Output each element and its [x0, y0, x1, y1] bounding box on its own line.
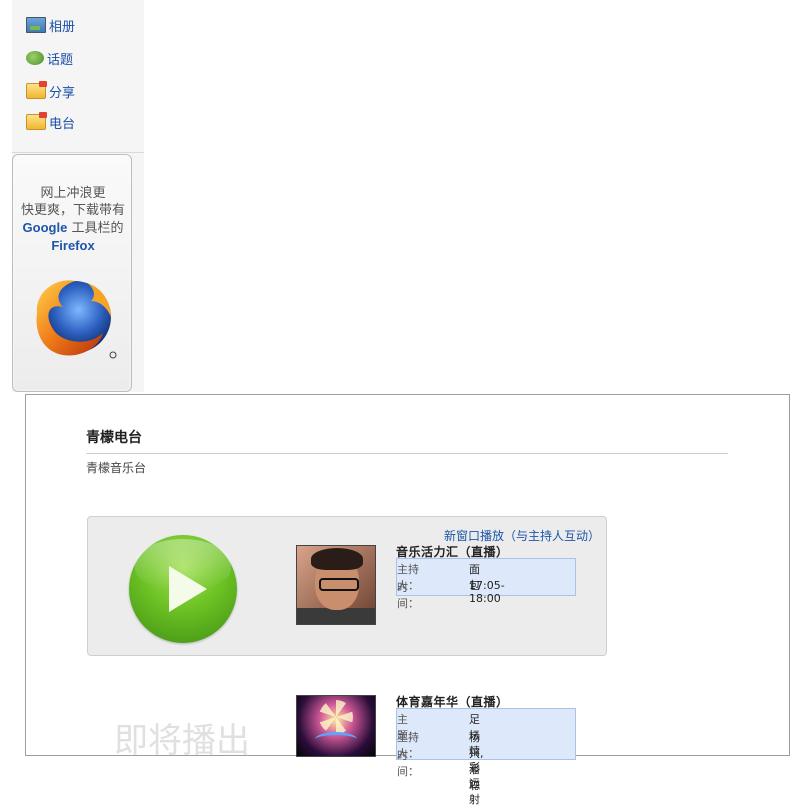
new-window-play-link[interactable]: 新窗口播放（与主持人互动）: [444, 527, 600, 544]
album-icon: [26, 17, 46, 33]
firefox-promo[interactable]: 网上冲浪更 快更爽，下载带有 Google 工具栏的 Firefox: [12, 154, 132, 392]
sidebar-item-topic[interactable]: 话题: [26, 49, 74, 68]
sidebar-item-label: 电台: [49, 116, 76, 132]
sidebar-item-radio[interactable]: 电台: [26, 112, 76, 132]
sidebar: 相册 话题 分享 电台 网上冲浪更 快更爽，下载带有 Google 工具栏的 F…: [12, 0, 144, 392]
radio-folder-icon: [26, 112, 47, 130]
host-value: 杨兴,潘聪: [469, 731, 484, 792]
play-icon: [169, 566, 207, 612]
page-title: 青檬电台: [86, 430, 142, 446]
time-label: 时 间：: [397, 581, 419, 610]
promo-text: 网上冲浪更 快更爽，下载带有 Google 工具栏的 Firefox: [15, 185, 131, 254]
title-divider: [86, 453, 728, 454]
sidebar-item-album[interactable]: 相册: [26, 16, 76, 35]
time-value: 17:05-18:00: [469, 579, 505, 605]
next-show-info: 主 题： 足坛精彩远射 主持人： 杨兴,潘聪 时 间：: [396, 708, 576, 806]
promo-line-3: Google 工具栏的: [15, 219, 131, 237]
sidebar-item-share[interactable]: 分享: [26, 81, 76, 101]
host-photo: [296, 545, 376, 625]
topic-icon: [26, 51, 44, 65]
google-text: Google: [22, 220, 68, 235]
upcoming-label: 即将播出: [114, 721, 250, 761]
play-button[interactable]: [129, 535, 237, 643]
current-show-info: 主持人： 面包 时 间： 17:05-18:00: [396, 558, 576, 610]
promo-line-2: 快更爽，下载带有: [20, 203, 125, 218]
next-show-photo: [296, 695, 376, 757]
sidebar-item-label: 相册: [49, 19, 76, 35]
firefox-logo-icon: [36, 280, 117, 359]
share-folder-icon: [26, 81, 47, 99]
promo-line-3-rest: 工具栏的: [67, 221, 124, 236]
sidebar-divider: [12, 152, 144, 153]
promo-line-1: 网上冲浪更: [40, 186, 106, 201]
station-subtitle: 青檬音乐台: [86, 461, 147, 475]
sidebar-item-label: 分享: [49, 85, 76, 101]
sidebar-item-label: 话题: [47, 52, 74, 68]
radio-card: 青檬电台 青檬音乐台 新窗口播放（与主持人互动） 音乐活力汇（直播） 主持人： …: [25, 394, 790, 806]
time-label: 时 间：: [397, 749, 419, 778]
firefox-text: Firefox: [51, 238, 95, 253]
